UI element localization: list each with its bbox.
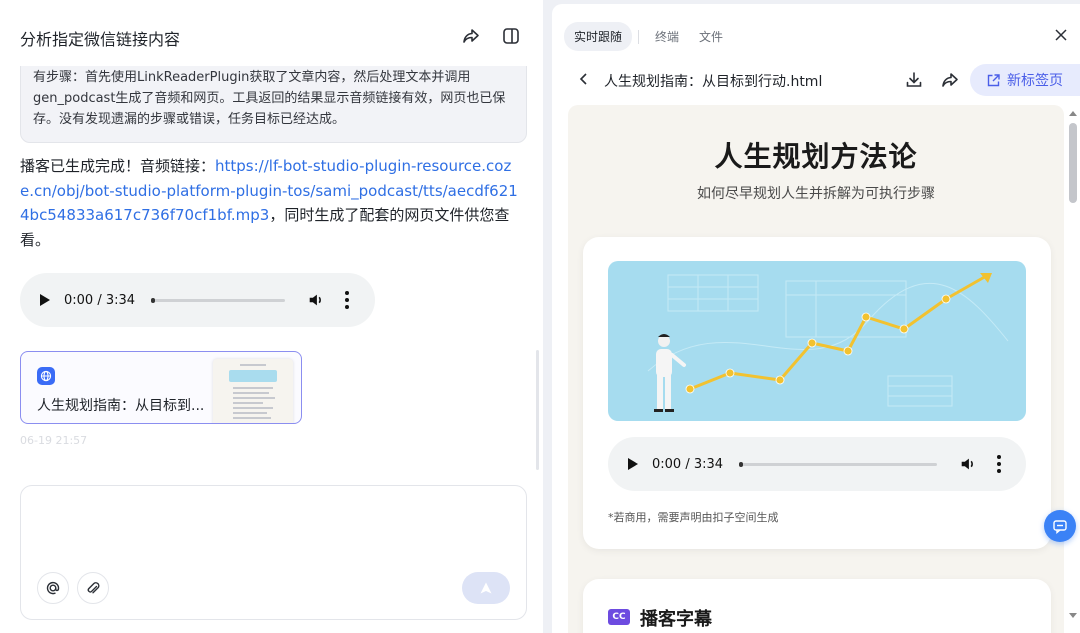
page-audio-progress[interactable] xyxy=(739,461,938,467)
audio-player[interactable]: 0:00 / 3:34 xyxy=(20,273,375,327)
new-tab-button[interactable]: 新标签页 xyxy=(970,64,1080,96)
tab-divider xyxy=(638,29,640,44)
document-toolbar: 人生规划指南：从目标到行动.html 新标签页 xyxy=(552,64,1080,96)
chat-messages: 有步骤：首先使用LinkReaderPlugin获取了文章内容，然后处理文本并调… xyxy=(0,66,543,476)
html-file-card[interactable]: 人生规划指南：从目标到... xyxy=(20,351,302,424)
page-volume-icon[interactable] xyxy=(959,455,977,473)
chat-title: 分析指定微信链接内容 xyxy=(20,30,181,49)
globe-icon xyxy=(37,367,55,385)
reply-text-prefix: 播客已生成完成！音频链接： xyxy=(20,157,216,175)
open-external-icon xyxy=(987,73,1000,86)
commercial-disclaimer: *若商用，需要声明由扣子空间生成 xyxy=(608,511,779,524)
subtitles-card: CC 播客字幕 xyxy=(583,579,1051,633)
panel-tabs: 实时跟随 终端 文件 xyxy=(564,22,733,51)
scroll-down-icon[interactable] xyxy=(1069,613,1077,618)
subtitles-title: 播客字幕 xyxy=(640,609,712,630)
html-preview[interactable]: 人生规划方法论 如何尽早规划人生并拆解为可执行步骤 0:00 / 3:34 *若… xyxy=(568,105,1064,633)
play-icon[interactable] xyxy=(40,294,50,306)
page-audio-player[interactable]: 0:00 / 3:34 xyxy=(608,437,1026,491)
growth-illustration xyxy=(608,261,1026,421)
audio-time: 0:00 / 3:34 xyxy=(64,292,136,308)
audio-more-icon[interactable] xyxy=(345,291,350,309)
message-composer[interactable] xyxy=(20,485,527,620)
page-audio-progress-knob[interactable] xyxy=(739,461,744,467)
attach-icon[interactable] xyxy=(77,572,109,604)
page-audio-more-icon[interactable] xyxy=(997,455,1002,473)
share-document-icon[interactable] xyxy=(940,70,960,90)
back-icon[interactable] xyxy=(578,72,590,86)
step-summary-box: 有步骤：首先使用LinkReaderPlugin获取了文章内容，然后处理文本并调… xyxy=(20,66,527,143)
sidebar-toggle-icon[interactable] xyxy=(501,26,521,46)
scroll-up-icon[interactable] xyxy=(1069,111,1077,116)
preview-panel: 实时跟随 终端 文件 人生规划指南：从目标到行动.html 新标签页 人生规划方… xyxy=(552,4,1080,633)
audio-progress[interactable] xyxy=(151,297,286,303)
feedback-chat-button[interactable] xyxy=(1044,510,1076,542)
page-heading: 人生规划方法论 xyxy=(714,140,918,173)
page-play-icon[interactable] xyxy=(628,458,638,470)
tab-terminal[interactable]: 终端 xyxy=(645,22,689,51)
page-audio-time: 0:00 / 3:34 xyxy=(652,456,724,472)
podcast-card: 0:00 / 3:34 *若商用，需要声明由扣子空间生成 xyxy=(583,237,1051,549)
mention-icon[interactable] xyxy=(37,572,69,604)
tab-realtime-follow[interactable]: 实时跟随 xyxy=(564,22,633,51)
scroll-thumb[interactable] xyxy=(1069,123,1077,203)
tab-files[interactable]: 文件 xyxy=(689,22,733,51)
step-summary-text: 有步骤：首先使用LinkReaderPlugin获取了文章内容，然后处理文本并调… xyxy=(33,70,506,127)
audio-progress-knob[interactable] xyxy=(151,297,156,303)
chat-panel: 分析指定微信链接内容 有步骤：首先使用LinkReaderPlugin获取了文章… xyxy=(0,0,543,633)
preview-scrollbar[interactable] xyxy=(1066,105,1080,633)
assistant-reply: 播客已生成完成！音频链接：https://lf-bot-studio-plugi… xyxy=(20,154,525,252)
page-subheading: 如何尽早规划人生并拆解为可执行步骤 xyxy=(697,186,935,202)
chat-bubble-icon xyxy=(1053,520,1067,534)
share-icon[interactable] xyxy=(461,26,481,46)
download-icon[interactable] xyxy=(904,70,924,90)
cc-icon: CC xyxy=(608,609,630,625)
file-thumbnail xyxy=(213,359,293,423)
new-tab-label: 新标签页 xyxy=(1007,73,1063,89)
send-button[interactable] xyxy=(462,572,510,604)
volume-icon[interactable] xyxy=(307,291,325,309)
chat-header: 分析指定微信链接内容 xyxy=(0,0,543,72)
close-icon[interactable] xyxy=(1054,28,1068,42)
message-timestamp: 06-19 21:57 xyxy=(20,434,88,447)
file-card-name: 人生规划指南：从目标到... xyxy=(37,398,205,414)
document-title: 人生规划指南：从目标到行动.html xyxy=(604,74,823,90)
chat-scrollbar[interactable] xyxy=(536,350,539,470)
send-icon xyxy=(480,582,492,594)
